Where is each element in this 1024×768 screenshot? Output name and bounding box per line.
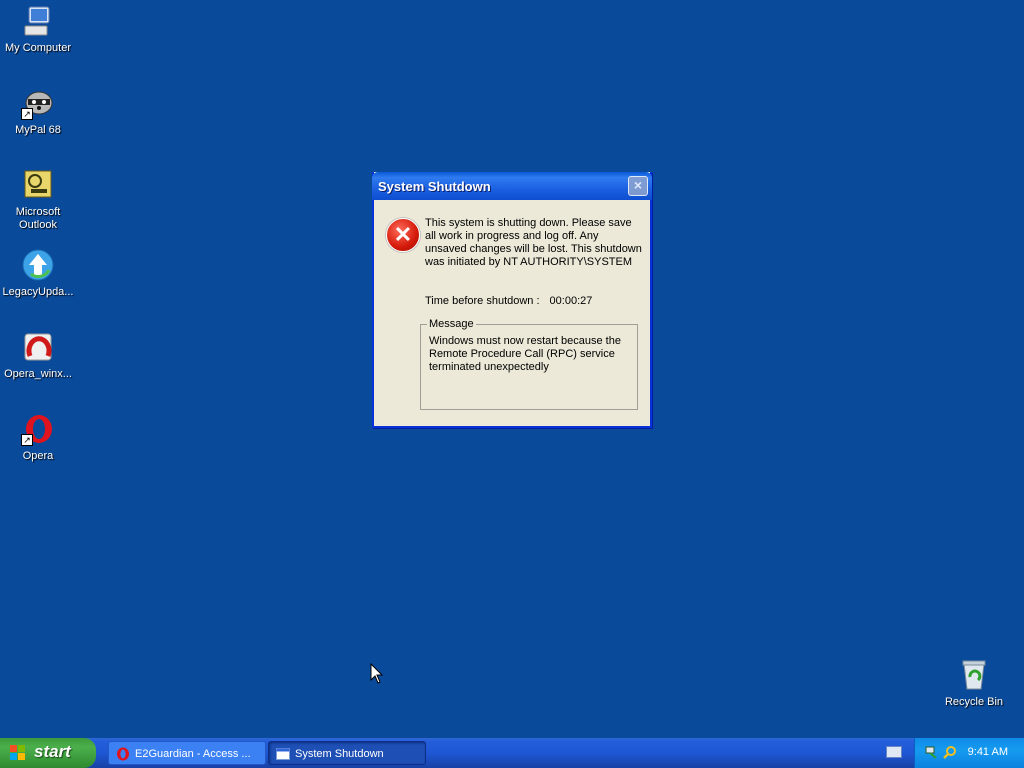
desktop-icon-opera[interactable]: ↗ Opera [0,412,76,463]
time-value: 00:00:27 [549,295,593,307]
desktop-icon-my-computer[interactable]: My Computer [0,4,76,55]
time-label: Time before shutdown : [425,295,540,307]
message-groupbox: Message Windows must now restart because… [420,318,638,410]
search-icon[interactable] [943,745,957,759]
taskbar: start E2Guardian - Access ... System Shu… [0,738,1024,768]
shutdown-timer: Time before shutdown : 00:00:27 [425,295,592,307]
desktop-icon-label: MyPal 68 [15,124,61,136]
start-label: start [34,742,71,761]
windows-logo-icon [10,745,25,760]
desktop-icon-legacyupdate[interactable]: LegacyUpda... [0,248,76,299]
desktop-icon-recycle-bin[interactable]: Recycle Bin [936,658,1012,709]
window-icon [276,748,290,760]
recycle-bin-icon [957,658,991,692]
desktop-icon-label: Recycle Bin [944,696,1004,708]
network-icon[interactable] [925,745,939,759]
message-text: Windows must now restart because the Rem… [429,335,621,373]
dialog-titlebar[interactable]: System Shutdown × [372,172,652,200]
installer-icon [21,330,55,364]
task-label: E2Guardian - Access ... [135,748,251,760]
message-legend: Message [427,318,476,330]
system-shutdown-dialog: System Shutdown × ✕ This system is shutt… [372,172,652,428]
shutdown-warning-text: This system is shutting down. Please sav… [425,217,642,268]
desktop-icon-label: LegacyUpda... [2,286,74,298]
opera-icon: ↗ [21,412,55,446]
shortcut-arrow-icon: ↗ [21,434,33,446]
computer-icon [21,4,55,38]
desktop-icon-label: Opera_winx... [4,368,72,380]
mouse-cursor-icon [370,663,384,684]
desktop-icon-mypal[interactable]: ↗ MyPal 68 [0,86,76,137]
close-button[interactable]: × [628,176,648,196]
desktop-icon-opera-installer[interactable]: Opera_winx... [0,330,76,381]
task-label: System Shutdown [295,748,384,760]
desktop-icon-outlook[interactable]: Microsoft Outlook [0,168,76,232]
outlook-icon [21,168,55,202]
mypal-raccoon-icon: ↗ [21,86,55,120]
desktop-icon-label: My Computer [4,42,72,54]
update-arrow-icon [21,248,55,282]
desktop-icon-label: Microsoft Outlook [15,206,61,231]
keyboard-icon[interactable] [886,746,902,758]
system-tray: 9:41 AM [914,738,1024,768]
error-icon: ✕ [386,218,420,252]
opera-icon [117,747,129,761]
dialog-title: System Shutdown [378,179,491,194]
clock[interactable]: 9:41 AM [968,746,1008,758]
taskbar-button-e2guardian[interactable]: E2Guardian - Access ... [108,741,266,765]
start-button[interactable]: start [0,738,96,768]
desktop-icon-label: Opera [22,450,54,462]
shortcut-arrow-icon: ↗ [21,108,33,120]
taskbar-button-system-shutdown[interactable]: System Shutdown [268,741,426,765]
